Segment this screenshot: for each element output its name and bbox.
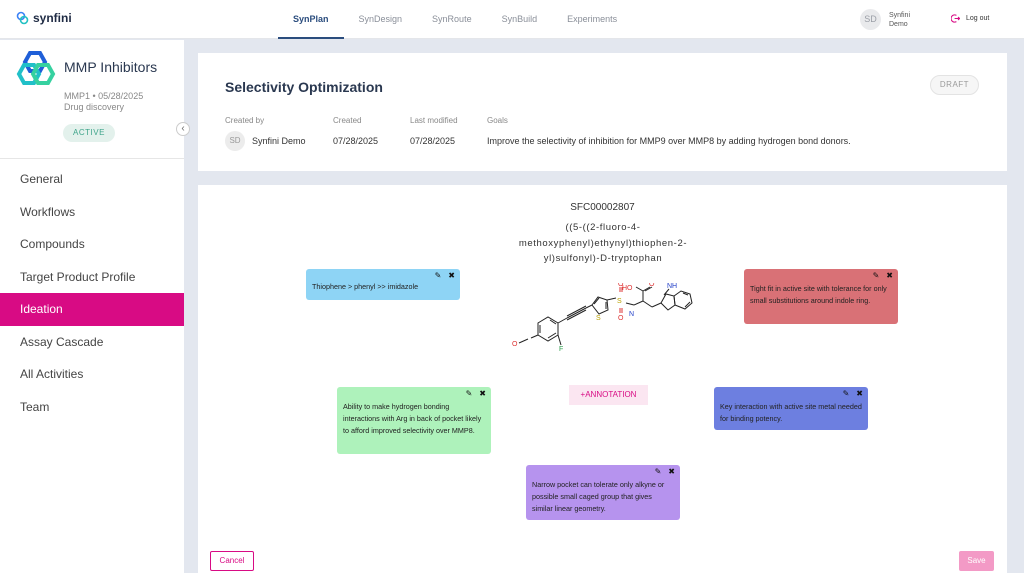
save-button[interactable]: Save [959,551,994,571]
user-name-line2: Demo [889,20,908,28]
atom-label: HO [622,285,633,292]
project-logo-icon [16,51,56,85]
project-meta-date: MMP1 • 05/28/2025 [64,91,144,101]
atom-label: O [649,283,655,288]
top-bar: synfini SynPlan SynDesign SynRoute SynBu… [0,0,1024,39]
sidebar-item-assay-cascade[interactable]: Assay Cascade [0,326,184,359]
user-name: Synfini Demo [889,11,927,29]
atom-label: S [596,315,601,322]
project-status-badge: ACTIVE [63,124,115,142]
tab-experiments[interactable]: Experiments [552,0,632,39]
edit-icon[interactable]: ✎ [655,467,662,477]
tab-syndesign[interactable]: SynDesign [344,0,418,39]
project-meta: MMP1 • 05/28/2025 Drug discovery [64,91,143,113]
created-value: 07/28/2025 [333,136,379,146]
sidebar-divider [0,158,184,159]
tab-synroute[interactable]: SynRoute [417,0,487,39]
ideation-canvas: SFC00002807 ((5-((2-fluoro-4- methoxyphe… [198,185,1007,573]
created-by-label: Created by [225,116,265,125]
compound-id: SFC00002807 [570,202,635,213]
atom-label: N [629,311,634,318]
annotation-tools: ✎ ✖ [466,389,486,399]
annotation-text: Key interaction with active site metal n… [720,402,862,424]
sidebar-item-workflows[interactable]: Workflows [0,196,184,229]
atom-label: O [618,315,624,322]
goals-label: Goals [487,116,508,125]
annotation-text: Narrow pocket can tolerate only alkyne o… [532,480,665,514]
atom-label: NH [667,283,677,290]
user-menu[interactable]: SD Synfini Demo [860,9,927,30]
atom-label: S [617,298,622,305]
annotation-text: Thiophene > phenyl >> imidazole [312,282,419,291]
main-nav-tabs: SynPlan SynDesign SynRoute SynBuild Expe… [278,0,632,39]
modified-label: Last modified [410,116,458,125]
synfini-logo-icon [16,11,29,25]
page-title: Selectivity Optimization [225,79,383,95]
annotation-note-green[interactable]: ✎ ✖ Ability to make hydrogen bonding int… [337,387,491,454]
synfini-logo[interactable]: synfini [16,11,72,25]
compound-name: ((5-((2-fluoro-4- methoxyphenyl)ethynyl)… [509,220,697,267]
close-icon[interactable]: ✖ [479,389,486,399]
atom-label: O [512,341,518,348]
annotation-tools: ✎ ✖ [843,389,863,399]
annotation-note-red[interactable]: ✎ ✖ Tight fit in active site with tolera… [744,269,898,324]
draft-status-badge: DRAFT [930,75,979,95]
logout-icon [951,14,960,23]
annotation-text: Ability to make hydrogen bonding interac… [343,402,482,436]
sidebar-item-compounds[interactable]: Compounds [0,228,184,261]
modified-value: 07/28/2025 [410,136,456,146]
sidebar-nav: General Workflows Compounds Target Produ… [0,163,184,423]
annotation-note-blue[interactable]: ✎ ✖ Thiophene > phenyl >> imidazole [306,269,460,300]
annotation-tools: ✎ ✖ [435,271,455,281]
close-icon[interactable]: ✖ [886,271,893,281]
close-icon[interactable]: ✖ [448,271,455,281]
project-title: MMP Inhibitors [64,59,158,75]
edit-icon[interactable]: ✎ [435,271,442,281]
close-icon[interactable]: ✖ [856,389,863,399]
sidebar: MMP Inhibitors MMP1 • 05/28/2025 Drug di… [0,40,190,573]
project-meta-type: Drug discovery [64,102,125,112]
sidebar-item-all-activities[interactable]: All Activities [0,358,184,391]
annotation-note-indigo[interactable]: ✎ ✖ Key interaction with active site met… [714,387,868,430]
collapse-sidebar-button[interactable]: ‹ [176,122,190,136]
goals-value: Improve the selectivity of inhibition fo… [487,136,851,146]
molecule-structure: O F S S O O N HO O NH [512,283,693,353]
close-icon[interactable]: ✖ [668,467,675,477]
created-by-value: Synfini Demo [252,136,306,146]
annotation-text: Tight fit in active site with tolerance … [750,284,887,306]
edit-icon[interactable]: ✎ [843,389,850,399]
user-avatar: SD [860,9,881,30]
logout-label: Log out [966,15,990,22]
edit-icon[interactable]: ✎ [466,389,473,399]
tab-synbuild[interactable]: SynBuild [487,0,553,39]
compound-name-line1: ((5-((2-fluoro-4- [565,222,641,233]
annotation-tools: ✎ ✖ [655,467,675,477]
annotation-tools: ✎ ✖ [873,271,893,281]
edit-icon[interactable]: ✎ [873,271,880,281]
creator-avatar: SD [225,131,245,151]
tab-synplan[interactable]: SynPlan [278,0,344,39]
compound-name-line3: yl)sulfonyl)-D-tryptophan [543,253,663,264]
user-name-line1: Synfini [889,11,911,19]
sidebar-item-target-product-profile[interactable]: Target Product Profile [0,261,184,294]
sidebar-item-team[interactable]: Team [0,391,184,424]
brand-name: synfini [33,11,72,25]
atom-label: F [559,346,563,353]
ideation-header-card: Selectivity Optimization DRAFT Created b… [198,53,1007,171]
compound-name-line2: methoxyphenyl)ethynyl)thiophen-2- [518,237,688,249]
logout-button[interactable]: Log out [951,14,989,23]
annotation-note-purple[interactable]: ✎ ✖ Narrow pocket can tolerate only alky… [526,465,680,520]
add-annotation-button[interactable]: +ANNOTATION [569,385,648,405]
created-label: Created [333,116,362,125]
sidebar-item-general[interactable]: General [0,163,184,196]
cancel-button[interactable]: Cancel [210,551,254,571]
sidebar-item-ideation[interactable]: Ideation [0,293,184,326]
